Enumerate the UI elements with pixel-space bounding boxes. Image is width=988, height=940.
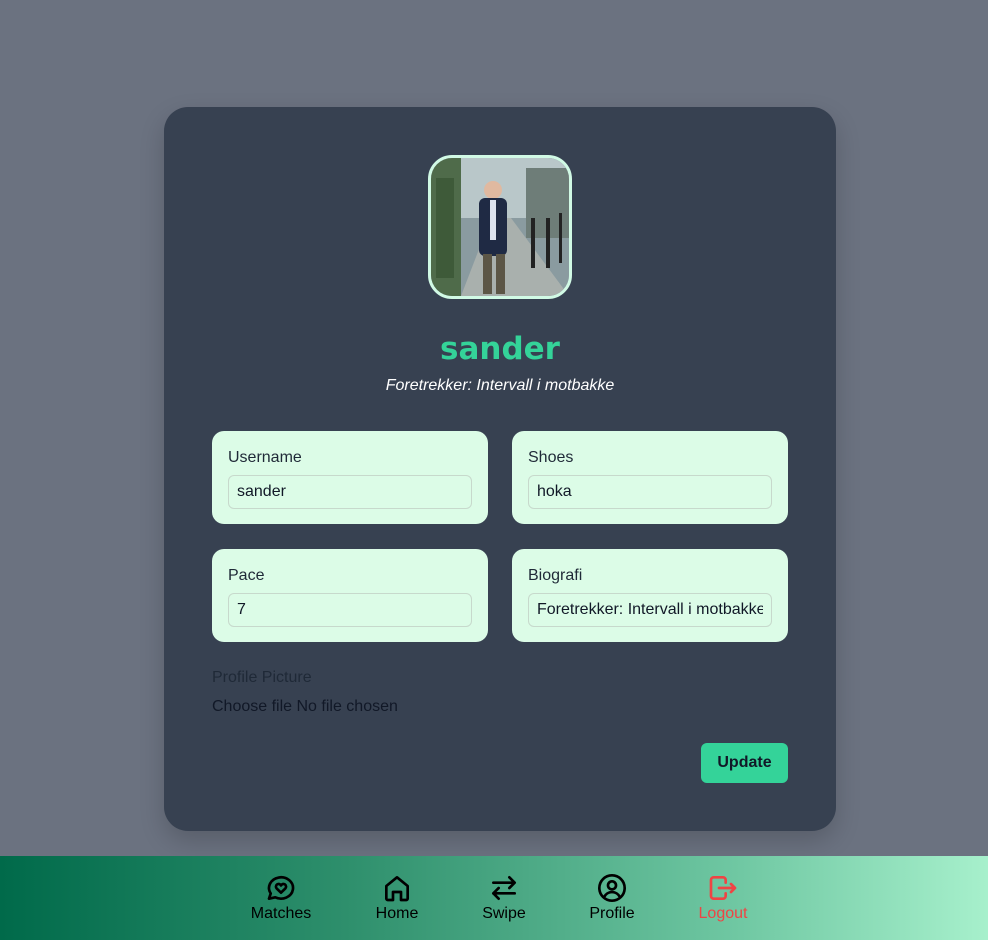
pace-label: Pace	[228, 567, 265, 584]
shoes-input[interactable]	[528, 475, 772, 509]
chat-heart-icon	[267, 875, 295, 900]
nav-item-home[interactable]: Home	[352, 872, 442, 923]
user-circle-icon	[598, 874, 626, 902]
nav-item-profile[interactable]: Profile	[567, 872, 657, 923]
file-picker: Choose file No file chosen	[212, 698, 398, 716]
profile-picture-label: Profile Picture	[212, 669, 312, 686]
nav-label-logout: Logout	[698, 905, 748, 922]
choose-file-button[interactable]: Choose file	[212, 698, 292, 715]
logout-icon	[709, 876, 737, 900]
profile-photo	[431, 158, 569, 296]
username-field-card: Username	[212, 431, 488, 524]
bio-field-card: Biografi	[512, 549, 788, 642]
nav-item-matches[interactable]: Matches	[236, 872, 326, 923]
swap-arrows-icon	[492, 876, 516, 900]
profile-subtitle: Foretrekker: Intervall i motbakke	[385, 377, 615, 394]
bio-input[interactable]	[528, 593, 772, 627]
profile-card: sander Foretrekker: Intervall i motbakke…	[164, 107, 836, 831]
nav-label-swipe: Swipe	[482, 905, 526, 922]
username-input[interactable]	[228, 475, 472, 509]
bottom-nav: Matches Home Swipe Profile Logout	[0, 856, 988, 940]
profile-name: sander	[440, 331, 560, 367]
pace-input[interactable]	[228, 593, 472, 627]
nav-label-matches: Matches	[250, 905, 312, 922]
nav-label-profile: Profile	[589, 905, 635, 922]
file-status: No file chosen	[296, 698, 398, 715]
shoes-label: Shoes	[528, 449, 574, 466]
username-label: Username	[228, 449, 302, 466]
home-icon	[385, 876, 409, 902]
pace-field-card: Pace	[212, 549, 488, 642]
profile-avatar	[428, 155, 572, 299]
nav-label-home: Home	[375, 905, 419, 922]
update-button[interactable]: Update	[701, 743, 788, 783]
bio-label: Biografi	[528, 567, 583, 584]
shoes-field-card: Shoes	[512, 431, 788, 524]
nav-item-swipe[interactable]: Swipe	[459, 872, 549, 923]
nav-item-logout[interactable]: Logout	[678, 872, 768, 923]
